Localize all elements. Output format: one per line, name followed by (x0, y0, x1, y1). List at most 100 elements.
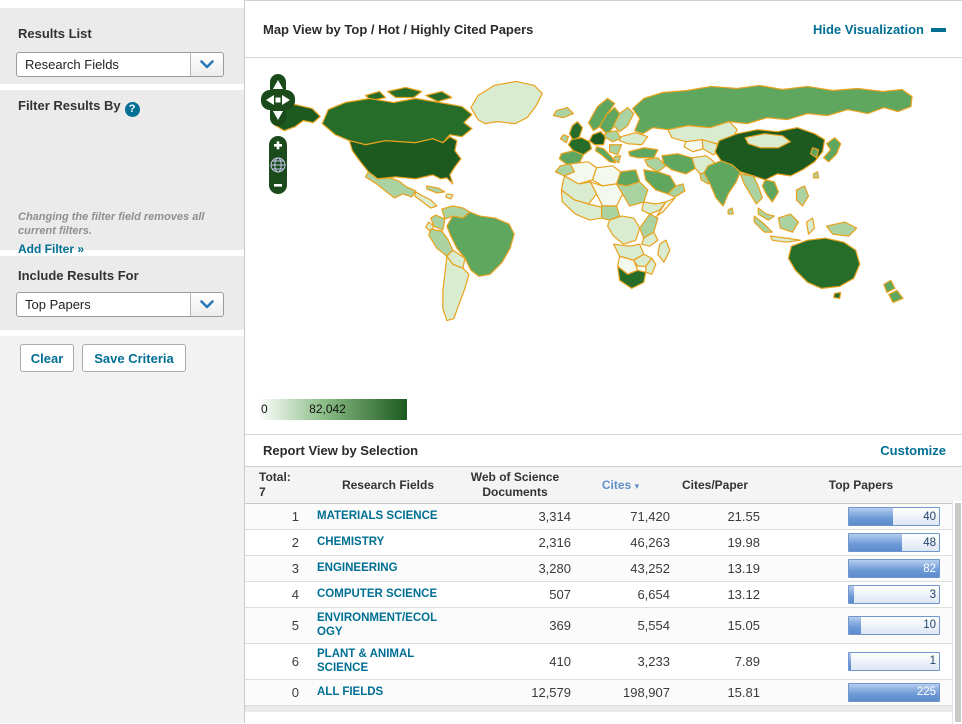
field-link[interactable]: ALL FIELDS (317, 685, 445, 699)
table-row: 1 MATERIALS SCIENCE 3,314 71,420 21.55 4… (245, 504, 962, 530)
top-papers-bar: 82 (848, 559, 940, 578)
sort-desc-icon: ▾ (635, 481, 640, 491)
map-area: 0 82,042 (245, 58, 962, 434)
top-papers-value: 225 (917, 686, 936, 698)
scrollbar-thumb[interactable] (955, 503, 961, 722)
rank-cell: 1 (245, 509, 309, 524)
zoom-out-icon[interactable] (274, 184, 282, 187)
results-list-select[interactable]: Research Fields (16, 52, 224, 77)
top-papers-bar: 10 (848, 616, 940, 635)
filter-title: Filter Results By? (18, 98, 140, 117)
map-legend: 0 82,042 (257, 399, 407, 420)
filter-section: Filter Results By? Changing the filter f… (0, 90, 244, 250)
field-link[interactable]: COMPUTER SCIENCE (317, 587, 445, 601)
cites-cell: 5,554 (571, 618, 670, 633)
cites-per-paper-cell: 13.12 (670, 587, 760, 602)
chevron-down-icon (190, 293, 223, 316)
top-papers-value: 48 (923, 537, 936, 549)
docs-cell: 3,280 (459, 561, 571, 576)
rank-cell: 4 (245, 587, 309, 602)
rank-cell: 0 (245, 685, 309, 700)
docs-cell: 507 (459, 587, 571, 602)
docs-cell: 410 (459, 654, 571, 669)
save-criteria-button[interactable]: Save Criteria (82, 344, 186, 372)
cites-cell: 198,907 (571, 685, 670, 700)
table-scrollbar[interactable] (952, 501, 962, 724)
include-results-label: Include Results For (18, 268, 139, 283)
docs-cell: 369 (459, 618, 571, 633)
top-papers-bar-fill (849, 508, 893, 525)
top-papers-value: 40 (923, 511, 936, 523)
field-column-header: Research Fields (309, 478, 459, 493)
top-papers-value: 1 (930, 655, 936, 667)
filter-note: Changing the filter field removes all cu… (18, 210, 224, 239)
top-papers-bar-fill (849, 586, 854, 603)
cites-cell: 3,233 (571, 654, 670, 669)
field-link[interactable]: ENGINEERING (317, 561, 445, 575)
hide-visualization-link[interactable]: Hide Visualization (813, 22, 946, 37)
docs-cell: 3,314 (459, 509, 571, 524)
top-papers-column-header: Top Papers (760, 478, 962, 493)
top-papers-value: 82 (923, 563, 936, 575)
top-papers-bar: 40 (848, 507, 940, 526)
docs-cell: 2,316 (459, 535, 571, 550)
cites-per-paper-cell: 7.89 (670, 654, 760, 669)
top-papers-bar: 1 (848, 652, 940, 671)
minus-icon (931, 28, 946, 32)
include-results-value: Top Papers (17, 297, 190, 312)
country-group[interactable] (274, 81, 912, 320)
report-header: Report View by Selection Customize (245, 434, 962, 467)
field-link[interactable]: MATERIALS SCIENCE (317, 509, 445, 523)
cites-per-paper-cell: 19.98 (670, 535, 760, 550)
table-body: 1 MATERIALS SCIENCE 3,314 71,420 21.55 4… (245, 504, 962, 706)
table-header-row: Total: 7 Research Fields Web of Science … (245, 467, 962, 504)
top-papers-value: 10 (923, 619, 936, 631)
field-link[interactable]: PLANT & ANIMAL SCIENCE (317, 647, 445, 676)
actions-section (0, 336, 244, 723)
cites-per-paper-column-header: Cites/Paper (670, 478, 760, 493)
table-footer (245, 706, 962, 712)
world-map[interactable] (265, 78, 913, 330)
total-header: Total: 7 (245, 470, 309, 500)
include-results-select[interactable]: Top Papers (16, 292, 224, 317)
include-results-section: Include Results For Top Papers (0, 256, 244, 330)
cites-per-paper-cell: 15.81 (670, 685, 760, 700)
top-papers-bar: 225 (848, 683, 940, 702)
add-filter-link[interactable]: Add Filter » (18, 242, 84, 256)
top-papers-bar: 48 (848, 533, 940, 552)
docs-cell: 12,579 (459, 685, 571, 700)
help-icon[interactable]: ? (125, 102, 140, 117)
report-title: Report View by Selection (263, 443, 880, 458)
rank-cell: 3 (245, 561, 309, 576)
field-link[interactable]: ENVIRONMENT/ECOLOGY (317, 611, 445, 640)
viz-title: Map View by Top / Hot / Highly Cited Pap… (263, 22, 813, 37)
field-link[interactable]: CHEMISTRY (317, 535, 445, 549)
cites-per-paper-cell: 13.19 (670, 561, 760, 576)
cites-column-header[interactable]: Cites ▾ (571, 478, 670, 493)
cites-cell: 6,654 (571, 587, 670, 602)
results-list-value: Research Fields (17, 57, 190, 72)
cites-cell: 46,263 (571, 535, 670, 550)
main-panel: Map View by Top / Hot / Highly Cited Pap… (244, 0, 962, 723)
top-papers-bar: 3 (848, 585, 940, 604)
top-papers-bar-fill (849, 617, 861, 634)
top-papers-bar-fill (849, 653, 851, 670)
legend-min: 0 (261, 402, 268, 416)
viz-header: Map View by Top / Hot / Highly Cited Pap… (245, 1, 962, 58)
rank-cell: 2 (245, 535, 309, 550)
customize-link[interactable]: Customize (880, 443, 946, 458)
legend-max: 82,042 (309, 402, 346, 416)
table-row: 0 ALL FIELDS 12,579 198,907 15.81 225 (245, 680, 962, 706)
cites-per-paper-cell: 15.05 (670, 618, 760, 633)
table-row: 6 PLANT & ANIMAL SCIENCE 410 3,233 7.89 … (245, 644, 962, 680)
cites-cell: 43,252 (571, 561, 670, 576)
clear-button[interactable]: Clear (20, 344, 74, 372)
rank-cell: 5 (245, 618, 309, 633)
table-row: 3 ENGINEERING 3,280 43,252 13.19 82 (245, 556, 962, 582)
cites-per-paper-cell: 21.55 (670, 509, 760, 524)
chevron-down-icon (190, 53, 223, 76)
rank-cell: 6 (245, 654, 309, 669)
top-papers-bar-fill (849, 534, 902, 551)
map-pan-zoom-control[interactable] (259, 72, 299, 197)
filter-sidebar: Results List Research Fields Filter Resu… (0, 0, 244, 723)
